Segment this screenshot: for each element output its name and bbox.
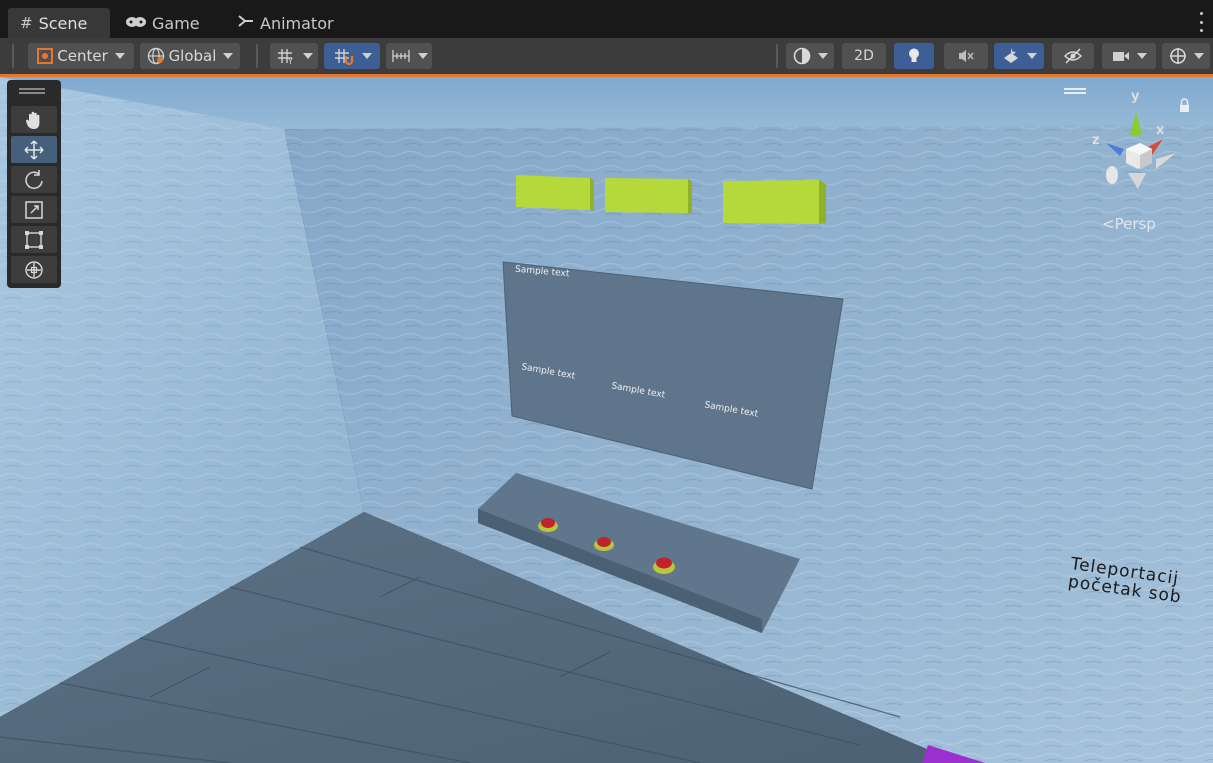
chevron-down-icon — [1193, 53, 1204, 59]
audio-muted-icon — [959, 50, 974, 62]
more-options-icon[interactable] — [1199, 12, 1203, 32]
chevron-down-icon — [417, 53, 428, 59]
scene-render — [0, 77, 1213, 763]
gizmo-z-label: z — [1092, 133, 1100, 148]
green-block-1 — [516, 175, 594, 211]
scale-icon — [25, 200, 43, 219]
gizmos-dropdown[interactable] — [1162, 43, 1210, 69]
lighting-toggle[interactable] — [894, 43, 934, 69]
shading-mode-icon — [793, 47, 810, 65]
tab-game[interactable]: Game — [114, 8, 214, 38]
tools-drag-handle[interactable] — [19, 88, 45, 94]
projection-toggle[interactable]: <Persp — [1102, 215, 1156, 233]
scale-tool-button[interactable] — [11, 196, 57, 223]
hidden-eye-icon — [1063, 48, 1083, 64]
chevron-down-icon — [817, 53, 828, 59]
effects-icon — [1003, 48, 1018, 63]
chevron-down-icon — [302, 53, 313, 59]
grid-snap-icon — [334, 49, 353, 65]
green-block-2 — [605, 178, 692, 214]
transform-tool-button[interactable] — [11, 256, 57, 283]
tab-animator-label: Animator — [260, 13, 334, 33]
transform-icon — [25, 260, 43, 279]
chevron-down-icon — [361, 53, 372, 59]
rotate-icon — [25, 169, 43, 189]
increment-snap-dropdown[interactable] — [386, 43, 432, 69]
chevron-down-icon — [223, 53, 234, 59]
space-dropdown[interactable]: Global — [140, 43, 240, 69]
toolbar-grip — [776, 44, 778, 68]
globe-icon — [147, 47, 164, 65]
green-block-3 — [723, 180, 826, 224]
window-tab-bar: # Scene Game Animator — [0, 0, 1213, 39]
pivot-icon — [37, 48, 54, 64]
scene-viewport[interactable]: Sample text Sample text Sample text Samp… — [0, 77, 1213, 763]
chevron-down-icon — [114, 53, 125, 59]
toggle-2d-button[interactable]: 2D — [842, 43, 886, 69]
svg-text:Y: Y — [287, 57, 293, 65]
rect-transform-icon — [25, 230, 43, 249]
camera-settings-dropdown[interactable] — [1102, 43, 1156, 69]
camera-icon — [1112, 52, 1129, 61]
tab-scene[interactable]: # Scene — [8, 8, 110, 38]
gizmo-icon — [1169, 48, 1186, 64]
chevron-down-icon — [1026, 53, 1037, 59]
move-tool-button[interactable] — [11, 136, 57, 163]
hand-tool-button[interactable] — [11, 106, 57, 133]
gamepad-icon — [126, 14, 146, 32]
chevron-down-icon — [1136, 53, 1147, 59]
tab-scene-label: Scene — [38, 13, 88, 33]
scene-visibility-toggle[interactable] — [1052, 43, 1094, 69]
gizmo-y-label: y — [1131, 89, 1140, 104]
draw-mode-dropdown[interactable] — [786, 43, 834, 69]
rect-tool-button[interactable] — [11, 226, 57, 253]
rotate-tool-button[interactable] — [11, 166, 57, 193]
scene-toolbar: Center Global Y 2D — [0, 38, 1213, 77]
ruler-icon — [391, 50, 410, 62]
gizmo-neg-z-cone[interactable] — [1106, 166, 1118, 184]
tools-overlay — [7, 80, 61, 288]
grid-icon: Y — [277, 49, 293, 65]
persp-label: Persp — [1114, 215, 1156, 233]
animator-icon — [238, 14, 254, 32]
effects-dropdown[interactable] — [994, 43, 1044, 69]
lightbulb-icon — [909, 48, 919, 62]
grid-snap-dropdown[interactable] — [324, 43, 380, 69]
hand-icon — [25, 111, 40, 129]
pivot-label: Center — [57, 47, 108, 65]
toolbar-grip — [256, 44, 258, 68]
space-label: Global — [168, 47, 217, 65]
toggle-2d-label: 2D — [854, 48, 874, 64]
hash-icon: # — [20, 14, 33, 32]
tab-animator[interactable]: Animator — [226, 8, 346, 38]
audio-toggle[interactable] — [944, 43, 988, 69]
grid-visibility-dropdown[interactable]: Y — [270, 43, 318, 69]
toolbar-grip — [12, 44, 14, 68]
persp-chevron-icon: < — [1102, 215, 1115, 233]
pivot-dropdown[interactable]: Center — [28, 43, 134, 69]
gizmo-x-label: x — [1156, 123, 1165, 138]
tab-game-label: Game — [152, 13, 200, 33]
move-icon — [24, 139, 44, 160]
